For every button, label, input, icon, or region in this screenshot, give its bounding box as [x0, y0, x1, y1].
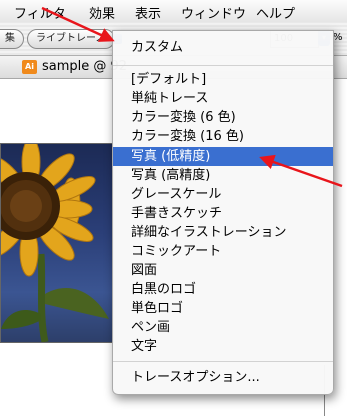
menu-view[interactable]: 表示: [135, 3, 161, 22]
sunflower-photo[interactable]: [0, 143, 114, 343]
menu-item-comic-art[interactable]: コミックアート: [113, 242, 333, 261]
menu-separator: [113, 65, 333, 66]
menu-item-text[interactable]: 文字: [113, 337, 333, 356]
menu-item-technical-drawing[interactable]: 図面: [113, 261, 333, 280]
menu-separator: [113, 361, 333, 362]
live-trace-left-button[interactable]: 集: [0, 29, 24, 49]
live-trace-button[interactable]: ライブトレース: [27, 29, 115, 49]
menu-item-default[interactable]: [デフォルト]: [113, 70, 333, 89]
menu-item-trace-options[interactable]: トレースオプション...: [113, 368, 333, 387]
sunflower-image: [1, 144, 109, 342]
menu-item-single-color-logo[interactable]: 単色ロゴ: [113, 299, 333, 318]
menu-item-color-16[interactable]: カラー変換 (16 色): [113, 127, 333, 146]
menu-item-custom[interactable]: カスタム: [113, 38, 333, 57]
illustrator-file-icon: Ai: [22, 60, 37, 74]
menu-item-bw-logo[interactable]: 白黒のロゴ: [113, 280, 333, 299]
menu-bar: フィルタ 効果 表示 ウィンドウ ヘルプ: [0, 0, 347, 23]
menu-help[interactable]: ヘルプ: [256, 3, 295, 22]
menu-item-photo-high[interactable]: 写真 (高精度): [113, 166, 333, 185]
menu-item-detailed-illustration[interactable]: 詳細なイラストレーション: [113, 223, 333, 242]
menu-window[interactable]: ウィンドウ: [181, 3, 246, 22]
menu-item-grayscale[interactable]: グレースケール: [113, 185, 333, 204]
menu-item-color-6[interactable]: カラー変換 (6 色): [113, 108, 333, 127]
trace-preset-menu: カスタム [デフォルト] 単純トレース カラー変換 (6 色) カラー変換 (1…: [112, 30, 334, 395]
menu-effect[interactable]: 効果: [89, 3, 115, 22]
menu-filter[interactable]: フィルタ: [14, 3, 66, 22]
menu-item-photo-low[interactable]: 写真 (低精度): [113, 147, 333, 166]
menu-item-simple-trace[interactable]: 単純トレース: [113, 89, 333, 108]
percent-label: %: [333, 32, 343, 43]
menu-item-hand-sketch[interactable]: 手書きスケッチ: [113, 204, 333, 223]
menu-item-pen-drawing[interactable]: ペン画: [113, 318, 333, 337]
